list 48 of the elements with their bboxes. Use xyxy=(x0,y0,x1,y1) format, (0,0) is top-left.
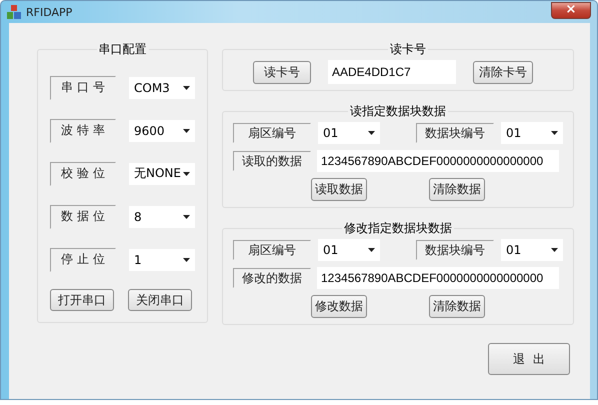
caret-icon xyxy=(183,258,190,262)
field-label: 数 据 位 xyxy=(50,204,116,228)
caret-icon xyxy=(183,128,190,132)
field-label: 扇区编号 xyxy=(233,123,311,143)
dropdown[interactable]: 01 xyxy=(501,122,563,144)
dropdown[interactable]: 8 xyxy=(129,206,195,228)
field-label: 波 特 率 xyxy=(50,118,116,142)
action-button[interactable]: 修改数据 xyxy=(311,295,367,318)
data-field[interactable]: 1234567890ABCDEF0000000000000000 xyxy=(317,150,559,172)
dropdown[interactable]: 9600 xyxy=(129,120,195,142)
caret-icon xyxy=(368,248,375,252)
action-button[interactable]: 清除数据 xyxy=(429,295,485,318)
caret-icon xyxy=(551,131,558,135)
field-label: 停 止 位 xyxy=(50,248,116,272)
data-field[interactable]: 1234567890ABCDEF0000000000000000 xyxy=(317,267,559,289)
close-button[interactable]: × xyxy=(551,2,591,18)
group-title: 读指定数据块数据 xyxy=(349,103,447,120)
caret-icon xyxy=(368,131,375,135)
group-title: 串口配置 xyxy=(98,41,148,58)
card-number-field[interactable]: AADE4DD1C7 xyxy=(328,60,456,84)
dropdown[interactable]: 01 xyxy=(318,239,380,261)
group-title: 读卡号 xyxy=(389,41,427,58)
caret-icon xyxy=(183,86,190,90)
field-label: 修改的数据 xyxy=(233,268,311,288)
action-button[interactable]: 清除数据 xyxy=(429,178,485,201)
app-icon xyxy=(7,5,21,19)
field-label: 校 验 位 xyxy=(50,162,116,186)
dropdown[interactable]: 01 xyxy=(501,239,563,261)
dropdown[interactable]: 01 xyxy=(318,122,380,144)
caret-icon xyxy=(183,172,190,176)
dropdown[interactable]: COM3 xyxy=(129,76,195,98)
serial-button[interactable]: 关闭串口 xyxy=(128,289,192,311)
dropdown[interactable]: 无NONE xyxy=(129,162,195,184)
caret-icon xyxy=(183,214,190,218)
dropdown[interactable]: 1 xyxy=(129,248,195,270)
group-title: 修改指定数据块数据 xyxy=(343,220,453,237)
field-label: 读取的数据 xyxy=(233,151,311,171)
field-label: 串 口 号 xyxy=(50,76,116,100)
clear-card-button[interactable]: 清除卡号 xyxy=(473,60,533,84)
serial-button[interactable]: 打开串口 xyxy=(50,289,114,311)
exit-button[interactable]: 退 出 xyxy=(488,343,570,375)
caret-icon xyxy=(551,248,558,252)
field-label: 扇区编号 xyxy=(233,240,311,260)
field-label: 数据块编号 xyxy=(416,240,494,260)
action-button[interactable]: 读取数据 xyxy=(311,178,367,201)
read-card-button[interactable]: 读卡号 xyxy=(253,60,311,84)
field-label: 数据块编号 xyxy=(416,123,494,143)
window-title: RFIDAPP xyxy=(26,6,72,18)
